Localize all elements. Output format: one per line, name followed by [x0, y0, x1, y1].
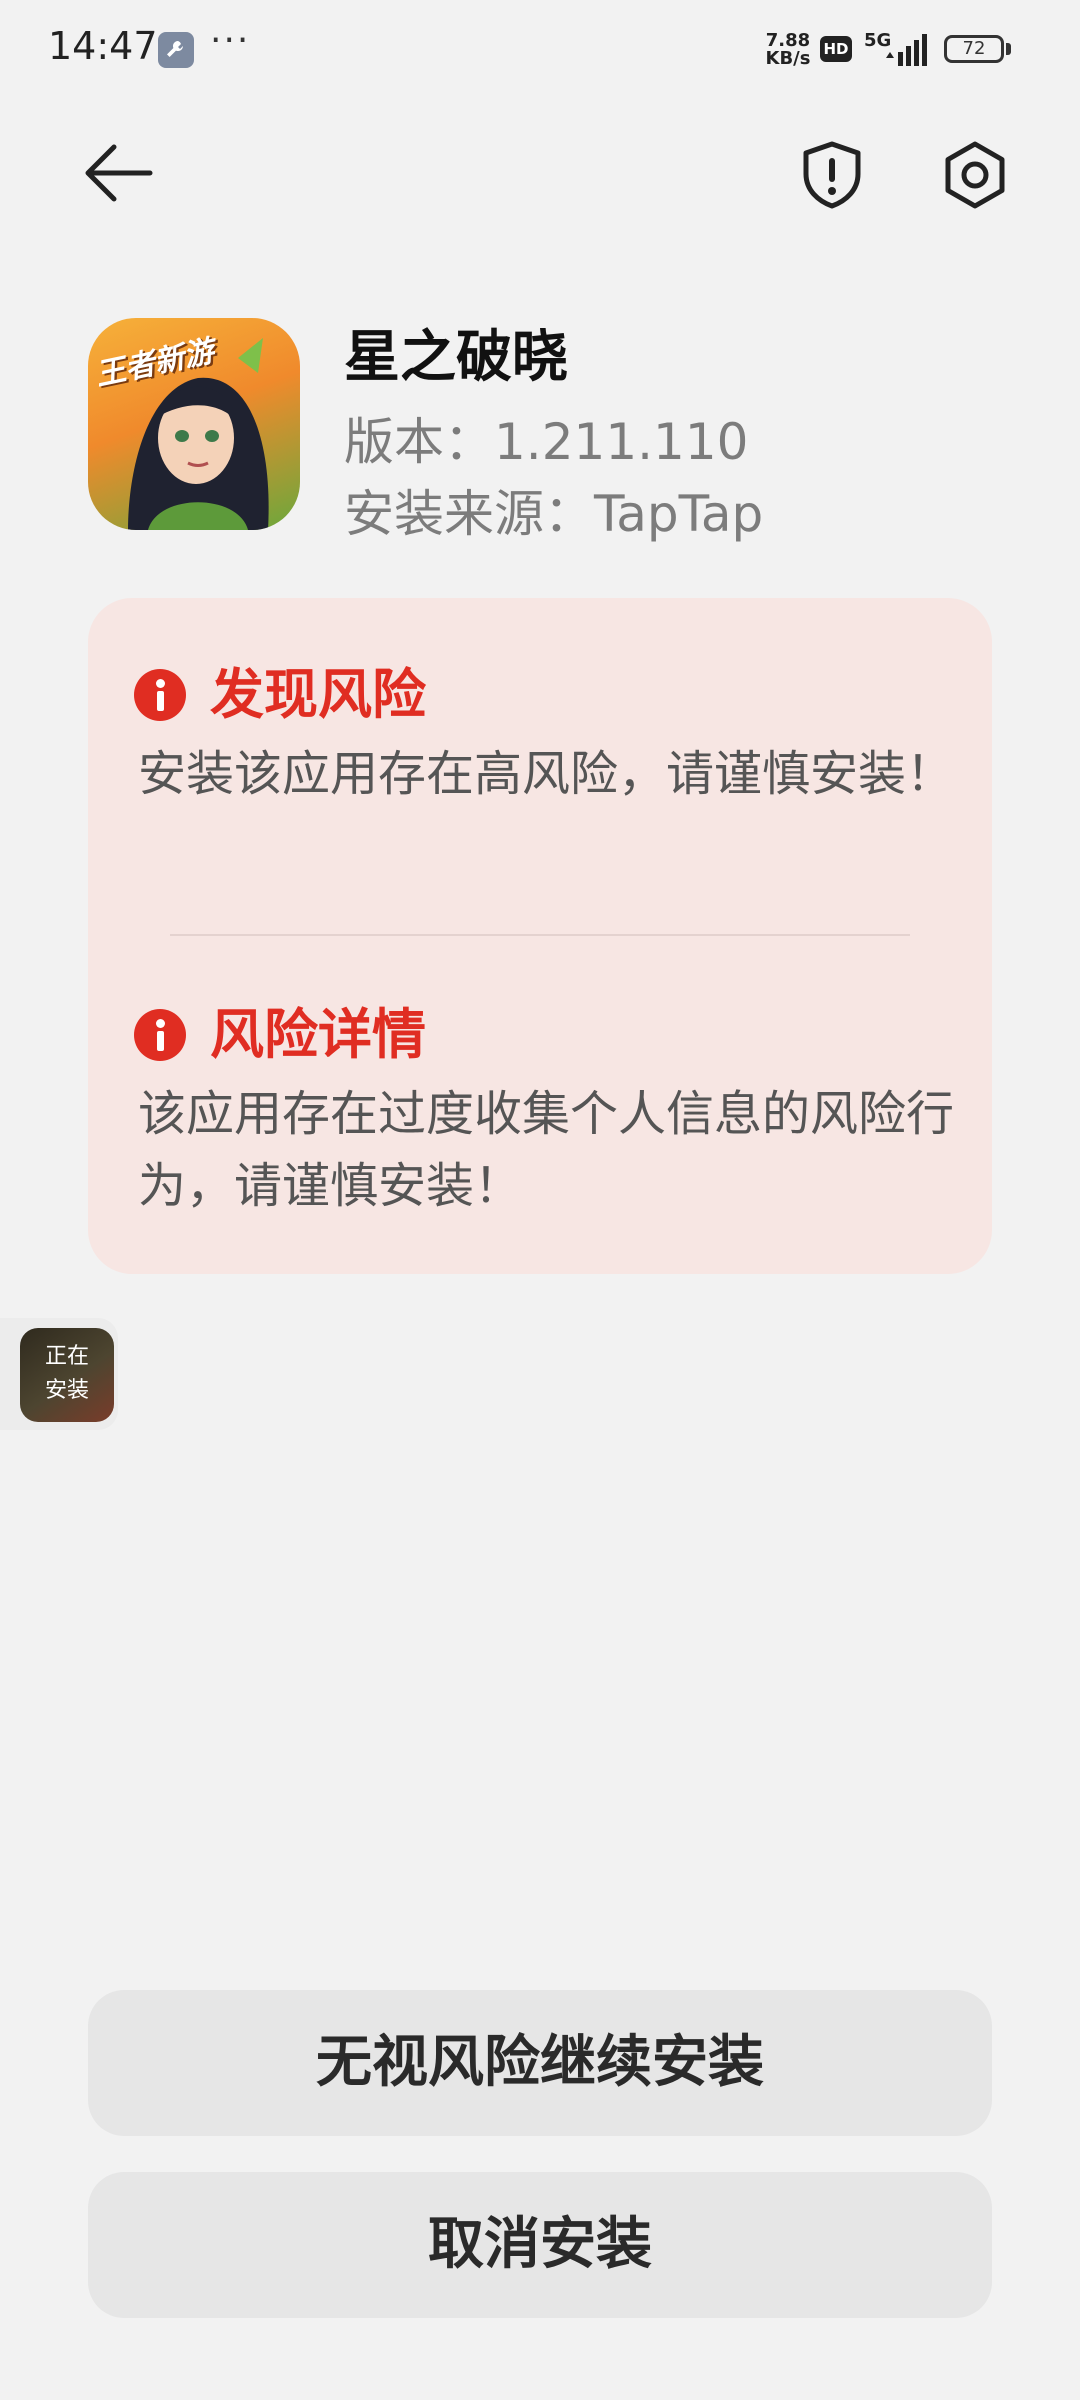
battery-tip: [1006, 43, 1011, 55]
shield-alert-icon: [803, 141, 861, 209]
network-speed-unit: KB/s: [765, 48, 811, 69]
app-icon: 王者新游: [88, 318, 300, 530]
status-bar: 14:47 ··· 7.88 KB/s HD 5G 72: [0, 0, 1080, 100]
back-button[interactable]: [80, 138, 160, 208]
status-time: 14:47: [48, 24, 158, 68]
risk-found-title: 发现风险: [210, 663, 426, 726]
installing-floating-bubble[interactable]: 正在 安装: [0, 1318, 118, 1430]
more-notifications-indicator: ···: [210, 20, 251, 61]
risk-detail-heading: 风险详情: [134, 990, 426, 1069]
wrench-icon: [158, 32, 194, 68]
risk-card: 发现风险 安装该应用存在高风险，请谨慎安装！ 风险详情 该应用存在过度收集个人信…: [88, 598, 992, 1274]
app-install-source: 安装来源：TapTap: [344, 485, 764, 543]
risk-found-heading: 发现风险: [134, 650, 426, 729]
app-version: 版本：1.211.110: [344, 413, 749, 471]
network-speed: 7.88 KB/s: [760, 32, 816, 68]
back-arrow-icon: [85, 144, 153, 202]
battery-indicator: 72: [944, 35, 1004, 63]
risk-divider: [170, 934, 910, 936]
cancel-install-button[interactable]: 取消安装: [88, 2172, 992, 2318]
ignore-risk-continue-button[interactable]: 无视风险继续安装: [88, 1990, 992, 2136]
installing-label-line2: 安装: [44, 1378, 89, 1403]
installing-label-line1: 正在: [44, 1344, 89, 1369]
risk-detail-text: 该应用存在过度收集个人信息的风险行为，请谨慎安装！: [138, 1086, 955, 1214]
security-button[interactable]: [800, 140, 864, 210]
alert-icon: [134, 1009, 186, 1061]
app-name: 星之破晓: [344, 325, 568, 390]
settings-button[interactable]: [940, 140, 1010, 210]
signal-icon: [884, 32, 932, 70]
risk-detail-title: 风险详情: [210, 1003, 426, 1066]
settings-icon: [945, 141, 1005, 209]
alert-icon: [134, 669, 186, 721]
installing-thumbnail: 正在 安装: [20, 1328, 114, 1422]
risk-found-text: 安装该应用存在高风险，请谨慎安装！: [138, 746, 955, 802]
hd-badge: HD: [820, 36, 852, 62]
app-character-art: [128, 338, 269, 530]
